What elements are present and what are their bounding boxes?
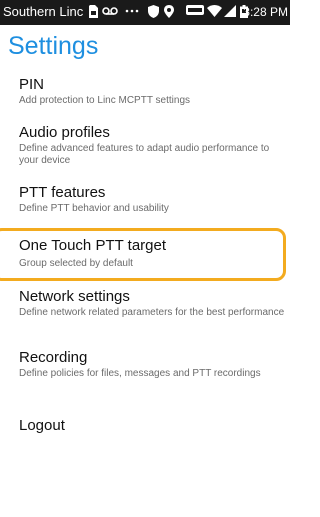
wifi-icon <box>207 5 222 19</box>
settings-item-title: Network settings <box>19 288 130 305</box>
settings-item-recording[interactable]: Recording Define policies for files, mes… <box>0 345 290 397</box>
settings-item-one-touch-ptt-target[interactable]: One Touch PTT target Group selected by d… <box>0 233 290 275</box>
settings-item-network-settings[interactable]: Network settings Define network related … <box>0 284 290 336</box>
settings-item-subtitle: Add protection to Linc MCPTT settings <box>19 95 191 106</box>
sim-card-icon <box>89 5 98 19</box>
settings-item-pin[interactable]: PIN Add protection to Linc MCPTT setting… <box>0 72 290 112</box>
shield-icon <box>148 5 159 19</box>
settings-item-subtitle: Define PTT behavior and usability <box>19 203 169 214</box>
carrier-name: Southern Linc <box>3 4 84 19</box>
settings-item-subtitle: Define advanced features to adapt audio … <box>19 143 270 166</box>
settings-item-title: Logout <box>19 417 65 434</box>
settings-item-title: One Touch PTT target <box>19 237 167 254</box>
settings-item-ptt-features[interactable]: PTT features Define PTT behavior and usa… <box>0 180 290 220</box>
voicemail-icon <box>102 5 118 19</box>
settings-item-subtitle: Group selected by default <box>19 258 133 269</box>
settings-item-title: Recording <box>19 349 88 366</box>
settings-item-title: PTT features <box>19 184 106 201</box>
location-icon <box>164 5 174 19</box>
settings-item-title: PIN <box>19 76 45 93</box>
more-dots-icon <box>125 5 139 19</box>
volte-icon <box>186 5 204 19</box>
status-bar: Southern Linc 3:28 PM <box>0 0 290 25</box>
signal-icon <box>224 5 236 19</box>
settings-item-subtitle: Define policies for files, messages and … <box>19 368 261 379</box>
page-title: Settings <box>8 32 99 60</box>
settings-item-audio-profiles[interactable]: Audio profiles Define advanced features … <box>0 120 290 172</box>
settings-item-title: Audio profiles <box>19 124 110 141</box>
settings-item-subtitle: Define network related parameters for th… <box>19 307 285 318</box>
clock: 3:28 PM <box>243 5 288 19</box>
settings-item-logout[interactable]: Logout <box>0 412 290 442</box>
